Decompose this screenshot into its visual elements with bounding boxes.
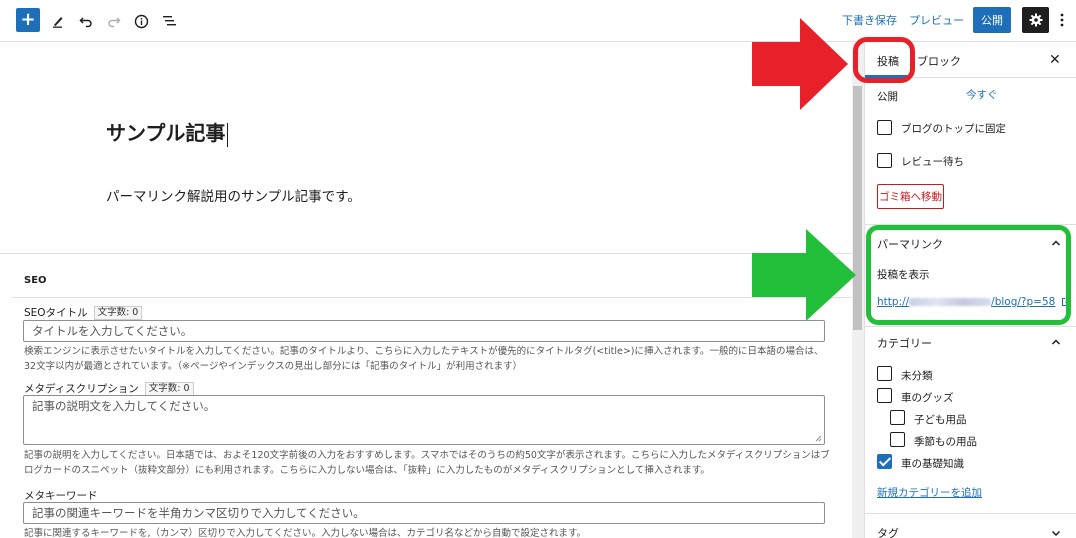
green-highlight-box: [866, 225, 1071, 325]
list-view-icon: [162, 16, 176, 26]
close-icon[interactable]: ✕: [1049, 52, 1061, 68]
category-checkbox[interactable]: [877, 366, 892, 381]
seo-title-help: 検索エンジンに表示させたいタイトルを入力してください。記事のタイトルより、こちら…: [24, 346, 824, 372]
editor-toolbar: + 下書き保存 プレビュー 公開: [0, 0, 1076, 42]
category-checkbox[interactable]: [890, 410, 905, 425]
categories-panel-title[interactable]: カテゴリー: [877, 335, 932, 351]
red-arrow-annotation: [752, 18, 848, 110]
redo-button[interactable]: [100, 7, 128, 35]
add-block-button[interactable]: +: [16, 8, 40, 32]
plus-icon: +: [20, 9, 36, 30]
category-label: 車の基礎知識: [901, 458, 964, 470]
meta-description-label-text: メタディスクリプション: [24, 383, 139, 395]
seo-title-placeholder: タイトルを入力してください。: [32, 324, 193, 338]
pending-review-checkbox[interactable]: [877, 153, 892, 168]
chevron-down-icon[interactable]: [1051, 528, 1061, 538]
resize-handle-icon[interactable]: [815, 435, 822, 442]
redo-icon: [108, 17, 121, 28]
seo-title-label-text: SEOタイトル: [24, 307, 88, 319]
preview-button[interactable]: プレビュー: [909, 12, 964, 28]
undo-button[interactable]: [72, 7, 100, 35]
meta-keywords-input[interactable]: 記事の関連キーワードを半角カンマ区切りで入力してください。: [23, 502, 825, 524]
post-title-text: サンプル記事: [106, 121, 226, 145]
gear-icon: [1029, 13, 1042, 27]
info-icon: [134, 14, 148, 28]
list-view-button[interactable]: [155, 7, 183, 35]
red-highlight-ring: [853, 37, 915, 83]
publish-button[interactable]: 公開: [973, 7, 1011, 33]
visibility-label: 公開: [877, 91, 898, 103]
sidebar-divider: [865, 326, 1076, 327]
meta-box-divider: [0, 253, 852, 254]
seo-title-input[interactable]: タイトルを入力してください。: [23, 320, 825, 342]
tab-block[interactable]: ブロック: [917, 53, 961, 69]
meta-description-textarea[interactable]: 記事の説明文を入力してください。: [23, 395, 825, 445]
add-new-category-link[interactable]: 新規カテゴリーを追加: [877, 485, 982, 500]
more-options-icon[interactable]: [1056, 10, 1068, 30]
chevron-up-icon[interactable]: [1051, 337, 1061, 347]
meta-keywords-placeholder: 記事の関連キーワードを半角カンマ区切りで入力してください。: [32, 506, 365, 520]
pencil-icon: [53, 17, 63, 28]
editor-canvas: サンプル記事 パーマリンク解説用のサンプル記事です。 SEO SEOタイトル 文…: [0, 43, 852, 538]
text-caret: [227, 122, 229, 147]
meta-description-placeholder: 記事の説明文を入力してください。: [32, 399, 216, 413]
publish-date-link[interactable]: 今すぐ: [966, 87, 998, 102]
category-label: 車のグッズ: [901, 392, 954, 404]
category-label: 子ども用品: [914, 414, 967, 426]
meta-keywords-label: メタキーワード: [24, 488, 98, 503]
seo-title-label: SEOタイトル 文字数: 0: [24, 305, 143, 320]
undo-icon: [79, 17, 92, 28]
details-button[interactable]: [127, 7, 155, 35]
seo-divider: [12, 297, 852, 298]
category-label: 未分類: [901, 370, 933, 382]
meta-keywords-help: 記事に関連するキーワードを,（カンマ）区切りで入力してください。入力しない場合は…: [24, 528, 587, 538]
seo-heading: SEO: [24, 275, 47, 286]
meta-keywords-label-text: メタキーワード: [24, 490, 98, 502]
category-label: 季節もの用品: [914, 436, 977, 448]
move-to-trash-button[interactable]: ゴミ箱へ移動: [877, 184, 944, 209]
settings-button[interactable]: [1022, 7, 1049, 33]
category-checkbox[interactable]: [890, 432, 905, 447]
sidebar-divider: [865, 513, 1076, 514]
meta-description-label: メタディスクリプション 文字数: 0: [24, 381, 194, 396]
category-checkbox[interactable]: [877, 388, 892, 403]
category-checkbox-checked[interactable]: [877, 454, 892, 469]
tools-button[interactable]: [44, 7, 72, 35]
meta-description-help: 記事の説明を入力してください。日本語では、およそ120文字前後の入力をおすすめし…: [24, 450, 830, 476]
tags-panel-title[interactable]: タグ: [877, 525, 899, 538]
meta-description-counter: 文字数: 0: [144, 381, 194, 396]
seo-title-counter: 文字数: 0: [93, 305, 143, 320]
pending-review-label: レビュー待ち: [901, 156, 964, 168]
post-title[interactable]: サンプル記事: [106, 117, 229, 147]
sticky-checkbox[interactable]: [877, 120, 892, 135]
green-arrow-annotation: [752, 229, 856, 321]
sticky-label: ブログのトップに固定: [901, 123, 1006, 135]
post-paragraph[interactable]: パーマリンク解説用のサンプル記事です。: [106, 185, 361, 205]
